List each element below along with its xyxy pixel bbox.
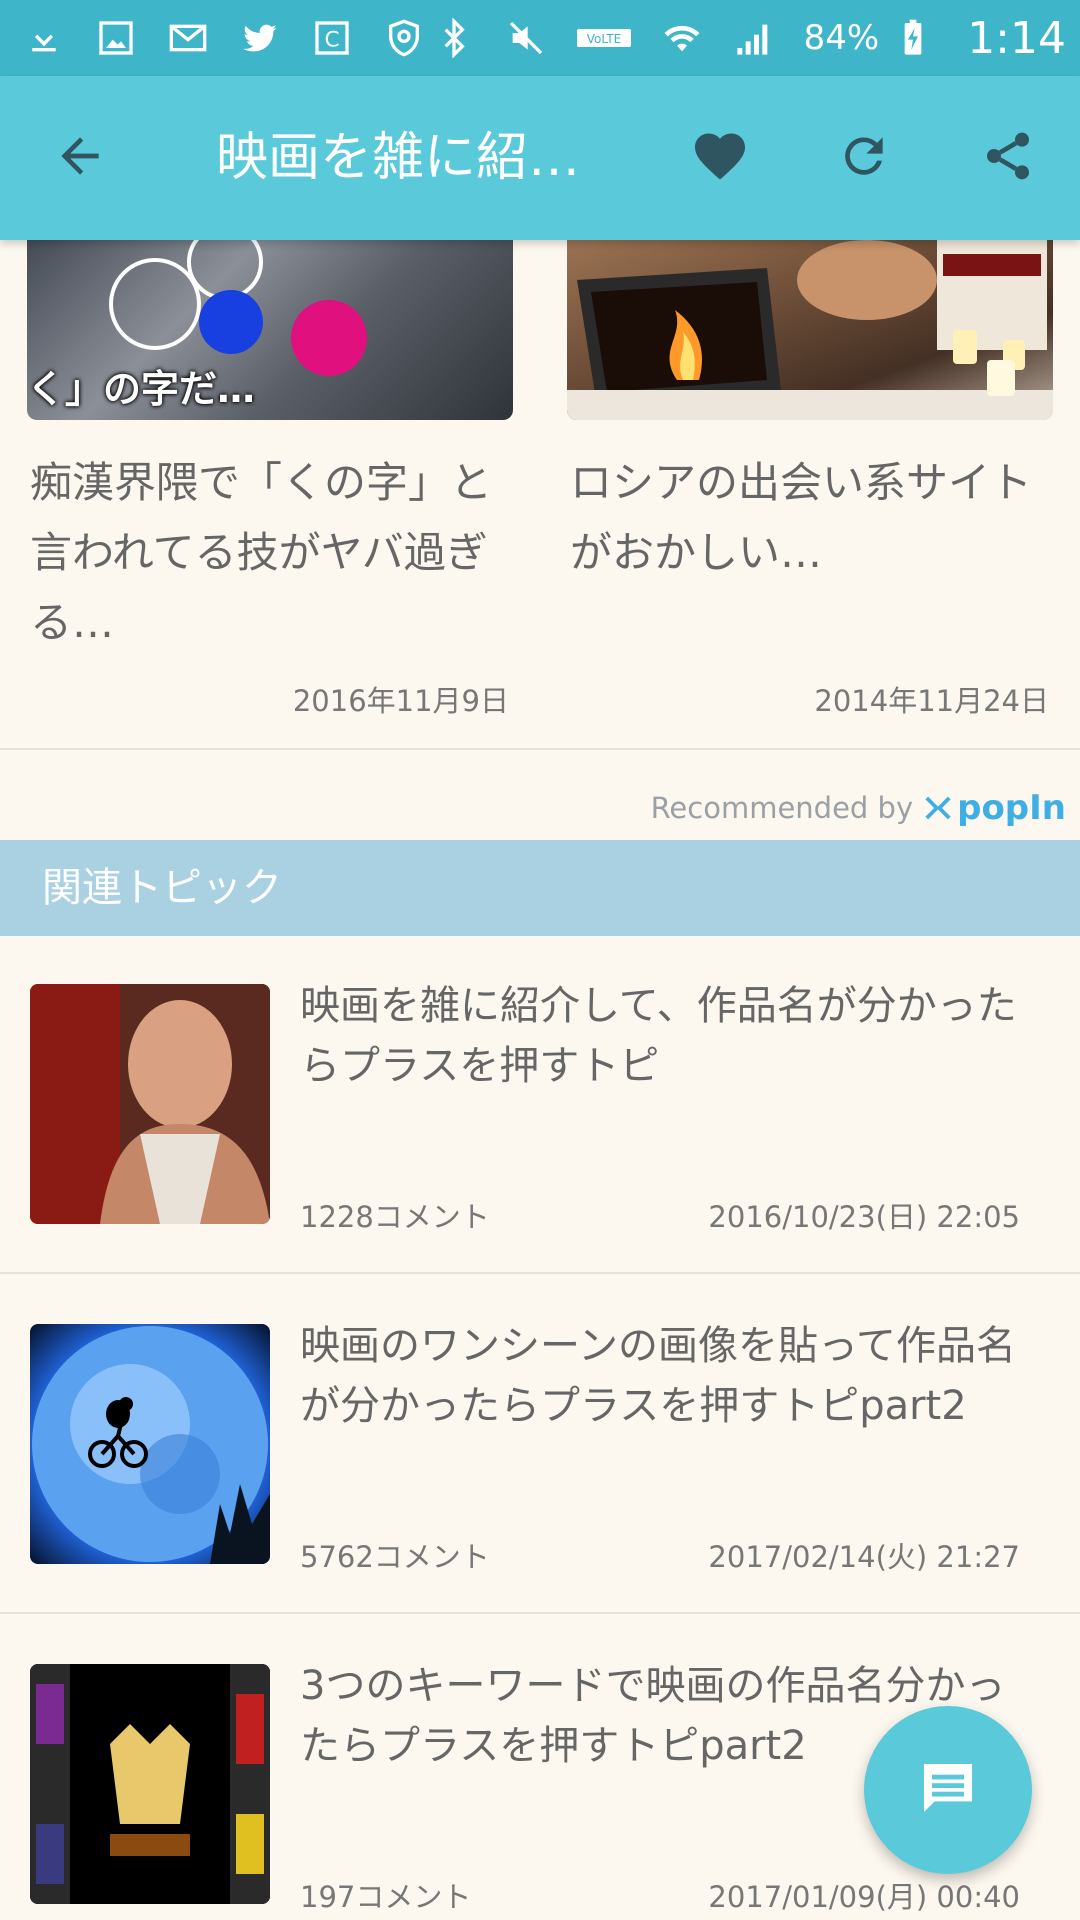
favorite-button[interactable] — [684, 122, 756, 194]
divider — [0, 748, 1080, 750]
topic-title: 映画を雑に紹介して、作品名が分かったらプラスを押すトピ — [300, 983, 1017, 1089]
svg-text:VoLTE: VoLTE — [586, 32, 621, 46]
article-thumbnail: く」の字だ… — [27, 240, 513, 420]
recommended-label: Recommended by — [650, 791, 914, 825]
twitter-icon — [238, 16, 282, 60]
refresh-icon — [836, 128, 892, 188]
share-button[interactable] — [972, 122, 1044, 194]
related-topics-header: 関連トピック — [0, 840, 1080, 936]
arrow-back-icon — [52, 128, 108, 188]
download-icon — [22, 16, 66, 60]
article-card[interactable]: ロシアの出会い系サイトがおかしい… 2014年11月24日 — [567, 240, 1053, 718]
shield-icon — [382, 16, 426, 60]
topic-date: 2016/10/23(日) 22:05 — [708, 1200, 1020, 1234]
topic-date: 2017/02/14(火) 21:27 — [708, 1540, 1020, 1574]
divider — [0, 1272, 1080, 1274]
app-bar: 映画を雑に紹… — [0, 76, 1080, 240]
article-card[interactable]: く」の字だ… 痴漢界隈で「くの字」と言われてる技がヤバ過ぎる… 2016年11月… — [27, 240, 513, 718]
popin-brand: popIn — [957, 788, 1066, 828]
bluetooth-icon — [432, 16, 476, 60]
thumbnail-overlay-text: く」の字だ… — [27, 367, 256, 411]
mail-icon — [166, 16, 210, 60]
topic-title: 映画のワンシーンの画像を貼って作品名が分かったらプラスを押すトピpart2 — [300, 1323, 1016, 1429]
content-scroll[interactable]: く」の字だ… 痴漢界隈で「くの字」と言われてる技がヤバ過ぎる… 2016年11月… — [0, 240, 1080, 1920]
topic-comment-count: 5762コメント — [300, 1540, 490, 1574]
topic-comment-count: 197コメント — [300, 1880, 472, 1914]
recommended-by[interactable]: Recommended by popIn — [651, 788, 1066, 828]
article-title: 痴漢界隈で「くの字」と言われてる技がヤバ過ぎる… — [30, 458, 493, 647]
topic-thumbnail — [30, 984, 270, 1224]
comment-icon — [916, 1756, 980, 1824]
topic-date: 2017/01/09(月) 00:40 — [708, 1880, 1020, 1914]
topic-comment-count: 1228コメント — [300, 1200, 490, 1234]
battery-percent: 84% — [803, 18, 880, 58]
back-button[interactable] — [44, 122, 116, 194]
article-grid: く」の字だ… 痴漢界隈で「くの字」と言われてる技がヤバ過ぎる… 2016年11月… — [0, 240, 1080, 748]
topic-item[interactable]: 映画を雑に紹介して、作品名が分かったらプラスを押すトピ 1228コメント 201… — [0, 936, 1080, 1274]
article-thumbnail — [567, 240, 1053, 420]
reload-button[interactable] — [828, 122, 900, 194]
topic-thumbnail — [30, 1664, 270, 1904]
status-system: VoLTE 84% 1:14 — [432, 13, 1066, 64]
signal-icon — [732, 16, 776, 60]
divider — [0, 1612, 1080, 1614]
clock: 1:14 — [967, 12, 1066, 64]
popin-logo: popIn — [923, 788, 1066, 828]
mute-icon — [504, 16, 548, 60]
status-notifications: C — [22, 16, 426, 60]
topic-thumbnail — [30, 1324, 270, 1564]
comment-fab-button[interactable] — [864, 1706, 1032, 1874]
heart-icon — [690, 126, 750, 190]
image-icon — [94, 16, 138, 60]
wifi-icon — [660, 16, 704, 60]
share-icon — [980, 128, 1036, 188]
app-c-icon: C — [310, 16, 354, 60]
topic-item[interactable]: 映画のワンシーンの画像を貼って作品名が分かったらプラスを押すトピpart2 57… — [0, 1276, 1080, 1614]
article-date: 2014年11月24日 — [814, 684, 1049, 718]
page-title: 映画を雑に紹… — [216, 128, 581, 188]
article-date: 2016年11月9日 — [292, 684, 509, 718]
volte-icon: VoLTE — [576, 16, 632, 60]
article-title: ロシアの出会い系サイトがおかしい… — [570, 458, 1033, 577]
battery-charging-icon — [891, 16, 935, 60]
svg-text:C: C — [324, 27, 339, 52]
status-bar: C VoLTE 84% 1:14 — [0, 0, 1080, 76]
